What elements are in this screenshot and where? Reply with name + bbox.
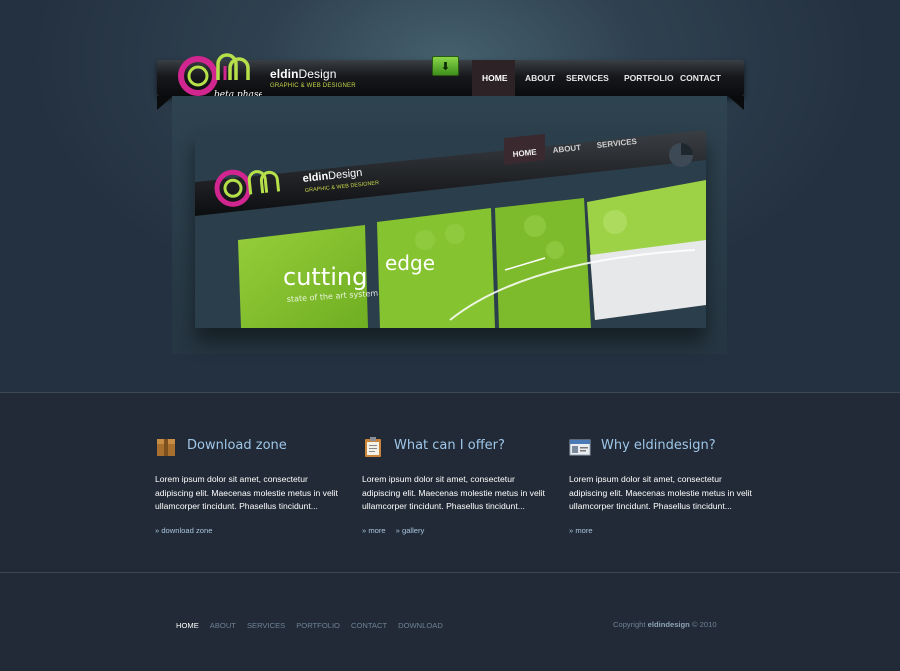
slider-headline-a: cutting — [283, 263, 367, 291]
column-title: Download zone — [187, 438, 287, 453]
deco-dot — [546, 241, 564, 259]
slider-headline-b: edge — [385, 251, 435, 275]
footer-nav: HOME ABOUT SERVICES PORTFOLIO CONTACT DO… — [176, 621, 443, 630]
download-arrow-icon: ⬇ — [440, 59, 451, 73]
nav-item-about[interactable]: ABOUT — [515, 60, 556, 96]
footer-link-contact[interactable]: CONTACT — [351, 621, 387, 630]
footer-link-services[interactable]: SERVICES — [247, 621, 285, 630]
column-title: Why eldindesign? — [601, 438, 716, 453]
footer-link-portfolio[interactable]: PORTFOLIO — [296, 621, 340, 630]
footer-link-download[interactable]: DOWNLOAD — [398, 621, 443, 630]
ribbon-fold-right — [728, 96, 744, 110]
box-icon — [157, 439, 175, 456]
main-nav: HOME ABOUT SERVICES PORTFOLIO CONTACT — [472, 60, 721, 96]
brand-block: eldinDesign GRAPHIC & WEB DESIGNER — [270, 67, 356, 89]
copyright-text: Copyright eldindesign © 2010 — [613, 620, 717, 629]
column-text: Lorem ipsum dolor sit amet, consectetur … — [155, 474, 338, 511]
brand-name: eldinDesign — [270, 67, 337, 81]
download-button[interactable]: ⬇ — [432, 56, 459, 76]
download-zone-link[interactable]: » download zone — [155, 526, 212, 535]
id-card-icon — [569, 439, 591, 456]
green-panel-3 — [495, 198, 591, 328]
deco-dot — [603, 210, 627, 234]
deco-dot — [445, 224, 465, 244]
footer-link-about[interactable]: ABOUT — [210, 621, 236, 630]
nav-item-portfolio[interactable]: PORTFOLIO — [614, 60, 674, 96]
deco-dot — [524, 215, 546, 237]
gallery-link[interactable]: » gallery — [396, 526, 425, 535]
more-link[interactable]: » more — [569, 526, 593, 535]
column-text: Lorem ipsum dolor sit amet, consectetur … — [362, 474, 545, 511]
deco-dot — [415, 230, 435, 250]
more-link[interactable]: » more — [362, 526, 386, 535]
featured-slider[interactable]: HOME ABOUT SERVICES eldinDesign GRAPHIC … — [195, 130, 706, 328]
column-text: Lorem ipsum dolor sit amet, consectetur … — [569, 474, 752, 511]
column-title: What can I offer? — [394, 438, 505, 453]
column-links: » download zone — [155, 526, 212, 535]
nav-item-home[interactable]: HOME — [472, 60, 515, 96]
column-links: » more — [569, 526, 593, 535]
brand-tagline: GRAPHIC & WEB DESIGNER — [270, 83, 356, 89]
footer-link-home[interactable]: HOME — [176, 621, 199, 630]
nav-item-contact[interactable]: CONTACT — [670, 60, 721, 96]
ribbon-fold-left — [157, 96, 173, 110]
nav-item-services[interactable]: SERVICES — [556, 60, 614, 96]
footer-divider — [0, 572, 900, 573]
clipboard-icon — [365, 437, 381, 457]
column-links: » more » gallery — [362, 526, 424, 535]
slider-timer-icon[interactable] — [668, 142, 694, 168]
